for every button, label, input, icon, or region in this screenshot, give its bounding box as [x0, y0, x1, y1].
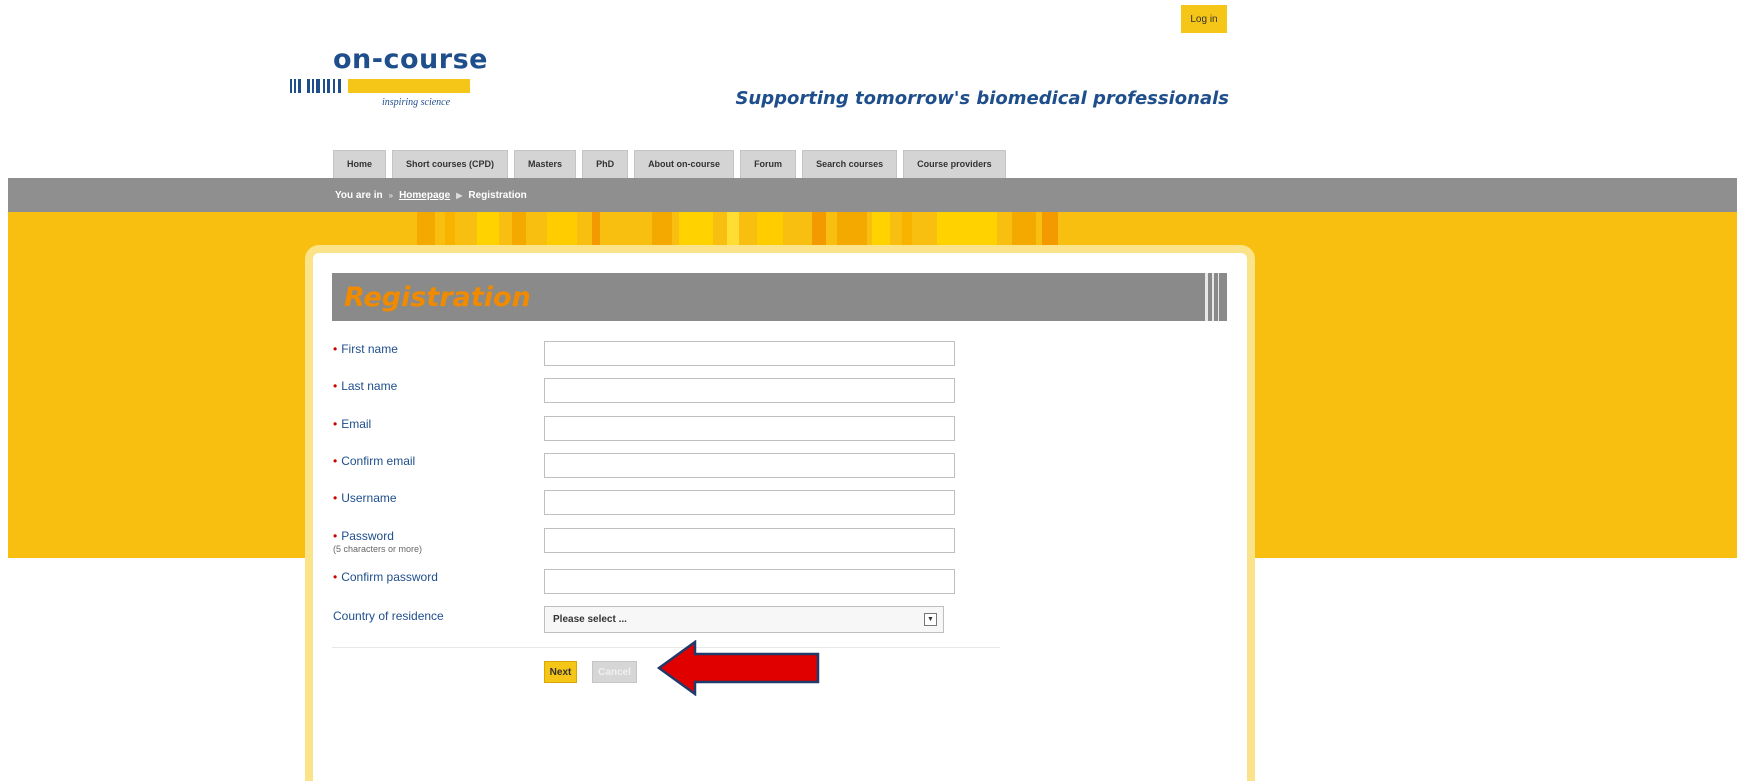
email-field[interactable] [544, 416, 955, 441]
breadcrumb-home-link[interactable]: Homepage [399, 190, 450, 201]
logo-yellow-bar [348, 79, 470, 93]
country-label: Country of residence [333, 609, 444, 623]
next-button[interactable]: Next [544, 661, 577, 683]
email-label: • Email [333, 417, 372, 431]
username-label: • Username [333, 491, 397, 505]
required-icon: • [333, 491, 338, 505]
breadcrumb-arrow-icon: ▶ [456, 191, 463, 200]
country-select[interactable]: Please select ... ▼ [544, 606, 944, 633]
main-nav: Home Short courses (CPD) Masters PhD Abo… [333, 150, 1006, 178]
login-button[interactable]: Log in [1181, 5, 1227, 33]
required-icon: • [333, 342, 338, 356]
breadcrumb-separator-icon: » [388, 191, 394, 200]
logo-tagline: inspiring science [382, 97, 451, 108]
registration-header: Registration [332, 273, 1227, 321]
page-title: Registration [344, 282, 531, 313]
tab-phd[interactable]: PhD [582, 150, 629, 178]
tab-search-courses[interactable]: Search courses [802, 150, 898, 178]
breadcrumb-prefix: You are in [335, 190, 383, 201]
breadcrumb: You are in » Homepage ▶ Registration [335, 190, 527, 201]
password-hint: (5 characters or more) [333, 544, 423, 554]
required-icon: • [333, 570, 338, 584]
username-field[interactable] [544, 490, 955, 515]
confirm-password-field[interactable] [544, 569, 955, 594]
required-icon: • [333, 417, 338, 431]
cancel-button[interactable]: Cancel [592, 661, 637, 683]
last-name-label: • Last name [333, 379, 398, 393]
first-name-label: • First name [333, 342, 398, 356]
tab-course-providers[interactable]: Course providers [903, 150, 1006, 178]
red-arrow-left-icon [656, 640, 820, 696]
first-name-field[interactable] [544, 341, 955, 366]
tab-home[interactable]: Home [333, 150, 387, 178]
confirm-password-label: • Confirm password [333, 570, 438, 584]
on-course-logo[interactable]: on-course inspiring science [290, 44, 490, 114]
site-tagline: Supporting tomorrow's biomedical profess… [735, 88, 1229, 109]
chevron-down-icon[interactable]: ▼ [924, 613, 937, 626]
confirm-email-label: • Confirm email [333, 454, 416, 468]
breadcrumb-current: Registration [468, 190, 527, 201]
logo-text: on-course [333, 44, 488, 75]
tab-masters[interactable]: Masters [514, 150, 577, 178]
tab-about[interactable]: About on-course [634, 150, 735, 178]
required-icon: • [333, 454, 338, 468]
breadcrumb-bar [8, 178, 1737, 212]
password-field[interactable] [544, 528, 955, 553]
last-name-field[interactable] [544, 378, 955, 403]
confirm-email-field[interactable] [544, 453, 955, 478]
required-icon: • [333, 529, 338, 543]
password-label: • Password [333, 529, 394, 543]
tab-forum[interactable]: Forum [740, 150, 797, 178]
tab-short-courses[interactable]: Short courses (CPD) [392, 150, 509, 178]
country-selected-value: Please select ... [553, 614, 627, 625]
required-icon: • [333, 379, 338, 393]
